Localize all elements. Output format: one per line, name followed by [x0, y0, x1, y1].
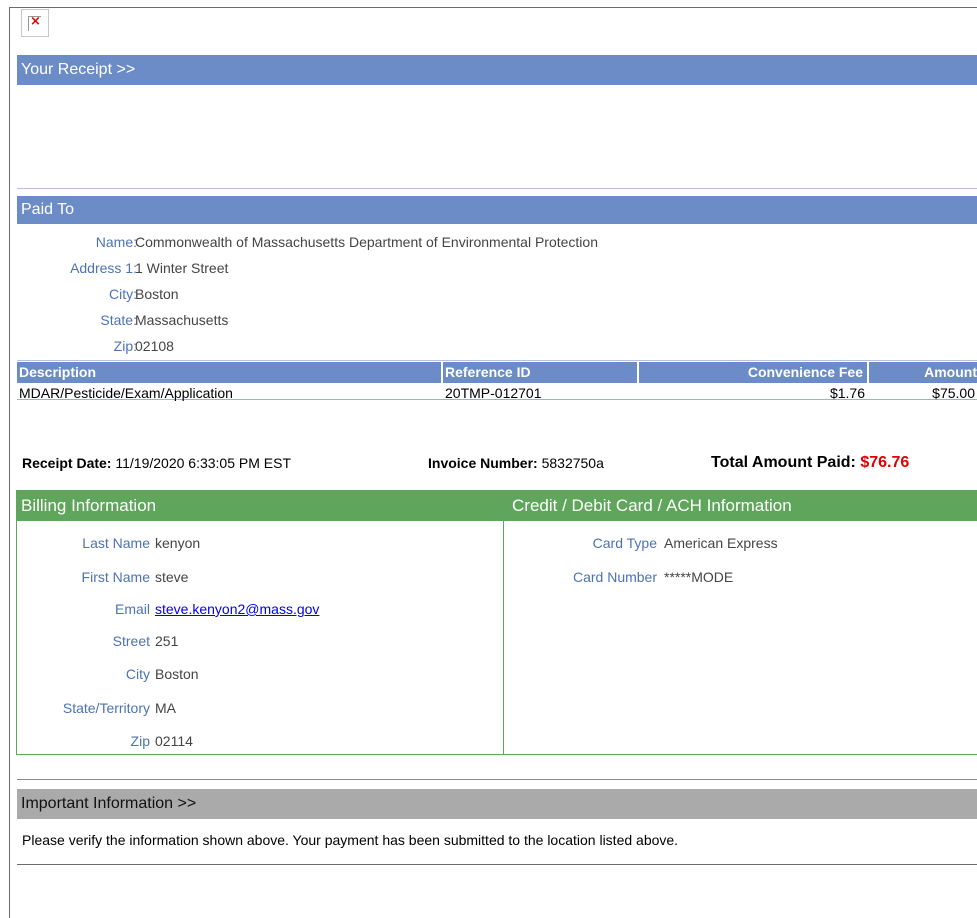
card-information-title: Credit / Debit Card / ACH Information — [504, 491, 977, 521]
billing-information-title: Billing Information — [17, 491, 503, 521]
paid-to-label: Zip: — [113, 338, 137, 354]
billing-value: 02114 — [155, 733, 193, 749]
important-information-text: Please verify the information shown abov… — [22, 832, 679, 848]
billing-value: MA — [155, 700, 176, 716]
divider — [17, 864, 977, 865]
paid-to-value: 1 Winter Street — [135, 260, 229, 276]
total-amount-value: $76.76 — [860, 454, 910, 471]
paid-to-value: Boston — [135, 286, 179, 302]
total-amount-paid: Total Amount Paid: $76.76 — [711, 454, 909, 472]
card-label: Card Type — [592, 535, 657, 551]
paid-to-label: Name: — [95, 234, 137, 250]
card-value: American Express — [664, 535, 778, 551]
items-table: Description Reference ID Convenience Fee… — [17, 362, 977, 401]
billing-value: 251 — [155, 633, 179, 649]
billing-value: kenyon — [155, 535, 201, 551]
column-header-amount: Amount — [869, 362, 977, 383]
billing-label: Street — [112, 633, 150, 649]
billing-label: Last Name — [82, 535, 150, 551]
column-header-description: Description — [17, 362, 441, 383]
paid-to-label: City: — [109, 286, 137, 302]
column-header-convenience-fee: Convenience Fee — [639, 362, 867, 383]
billing-value: steve — [155, 569, 189, 585]
divider — [17, 188, 977, 189]
paid-to-state-row: State: Massachusetts — [17, 309, 977, 331]
cell-convenience-fee: $1.76 — [829, 385, 865, 401]
important-information-title: Important Information >> — [21, 795, 197, 812]
billing-label: First Name — [81, 569, 150, 585]
billing-value: Boston — [155, 666, 199, 682]
column-header-reference-id: Reference ID — [443, 362, 637, 383]
paid-to-bar: Paid To — [17, 196, 977, 224]
paid-to-label: State: — [100, 312, 137, 328]
paid-to-zip-row: Zip: 02108 — [17, 335, 977, 357]
cell-amount: $75.00 — [932, 385, 975, 401]
invoice-number: Invoice Number: 5832750a — [428, 455, 604, 471]
divider — [17, 360, 977, 361]
billing-label: City — [125, 666, 150, 682]
paid-to-address-row: Address 1: 1 Winter Street — [17, 257, 977, 279]
paid-to-label: Address 1: — [70, 260, 137, 276]
paid-to-value: Commonwealth of Massachusetts Department… — [135, 234, 598, 250]
paid-to-city-row: City: Boston — [17, 283, 977, 305]
broken-image-icon: × — [21, 9, 49, 37]
paid-to-value: Massachusetts — [135, 312, 229, 328]
card-label: Card Number — [572, 569, 657, 585]
receipt-date: Receipt Date: 11/19/2020 6:33:05 PM EST — [22, 455, 291, 471]
important-information-bar: Important Information >> — [17, 789, 977, 819]
card-value: *****MODE — [664, 569, 734, 585]
receipt-title-bar: Your Receipt >> — [17, 55, 977, 85]
billing-label: State/Territory — [62, 700, 150, 716]
receipt-date-label: Receipt Date: — [22, 455, 112, 471]
cell-reference-id: 20TMP-012701 — [445, 385, 542, 401]
total-amount-label: Total Amount Paid: — [711, 454, 856, 471]
cell-description: MDAR/Pesticide/Exam/Application — [19, 385, 233, 401]
paid-to-title: Paid To — [21, 201, 75, 218]
receipt-date-value: 11/19/2020 6:33:05 PM EST — [115, 455, 291, 471]
paid-to-value: 02108 — [135, 338, 174, 354]
paid-to-name-row: Name: Commonwealth of Massachusetts Depa… — [17, 231, 977, 253]
receipt-title: Your Receipt >> — [21, 61, 136, 78]
invoice-number-label: Invoice Number: — [428, 455, 538, 471]
invoice-number-value: 5832750a — [541, 455, 604, 471]
billing-label: Email — [114, 601, 150, 617]
billing-label: Zip — [130, 733, 150, 749]
billing-email-link[interactable]: steve.kenyon2@mass.gov — [155, 595, 319, 623]
divider — [17, 779, 977, 780]
